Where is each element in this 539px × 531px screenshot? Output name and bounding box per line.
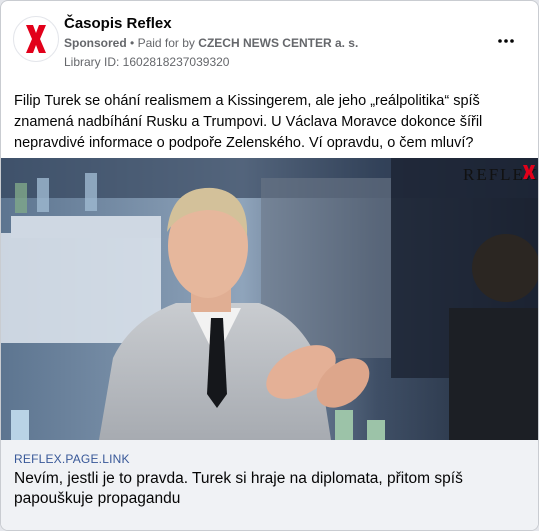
reflex-logo-icon — [26, 25, 46, 53]
library-id: Library ID: 1602818237039320 — [64, 55, 230, 69]
page-avatar[interactable] — [13, 16, 59, 62]
separator: • — [130, 36, 135, 50]
ad-photo: REFLEX — [1, 158, 538, 440]
sponsored-line: Sponsored • Paid for by CZECH NEWS CENTE… — [64, 36, 358, 50]
paid-for-prefix: Paid for by — [137, 36, 195, 50]
ad-card: Časopis Reflex Sponsored • Paid for by C… — [0, 0, 539, 531]
ad-image[interactable]: REFLEX — [1, 158, 538, 440]
advertiser-name[interactable]: CZECH NEWS CENTER a. s. — [198, 36, 358, 50]
page-name[interactable]: Časopis Reflex — [64, 15, 172, 32]
link-title[interactable]: Nevím, jestli je to pravda. Turek si hra… — [14, 469, 514, 509]
more-options-button[interactable] — [491, 29, 521, 53]
post-text: Filip Turek se ohání realismem a Kissing… — [14, 93, 483, 151]
link-domain: REFLEX.PAGE.LINK — [14, 452, 130, 466]
post-header: Časopis Reflex Sponsored • Paid for by C… — [1, 1, 538, 81]
link-preview[interactable]: REFLEX.PAGE.LINK Nevím, jestli je to pra… — [1, 440, 538, 530]
more-horizontal-icon — [498, 39, 514, 43]
sponsored-label[interactable]: Sponsored — [64, 36, 127, 50]
